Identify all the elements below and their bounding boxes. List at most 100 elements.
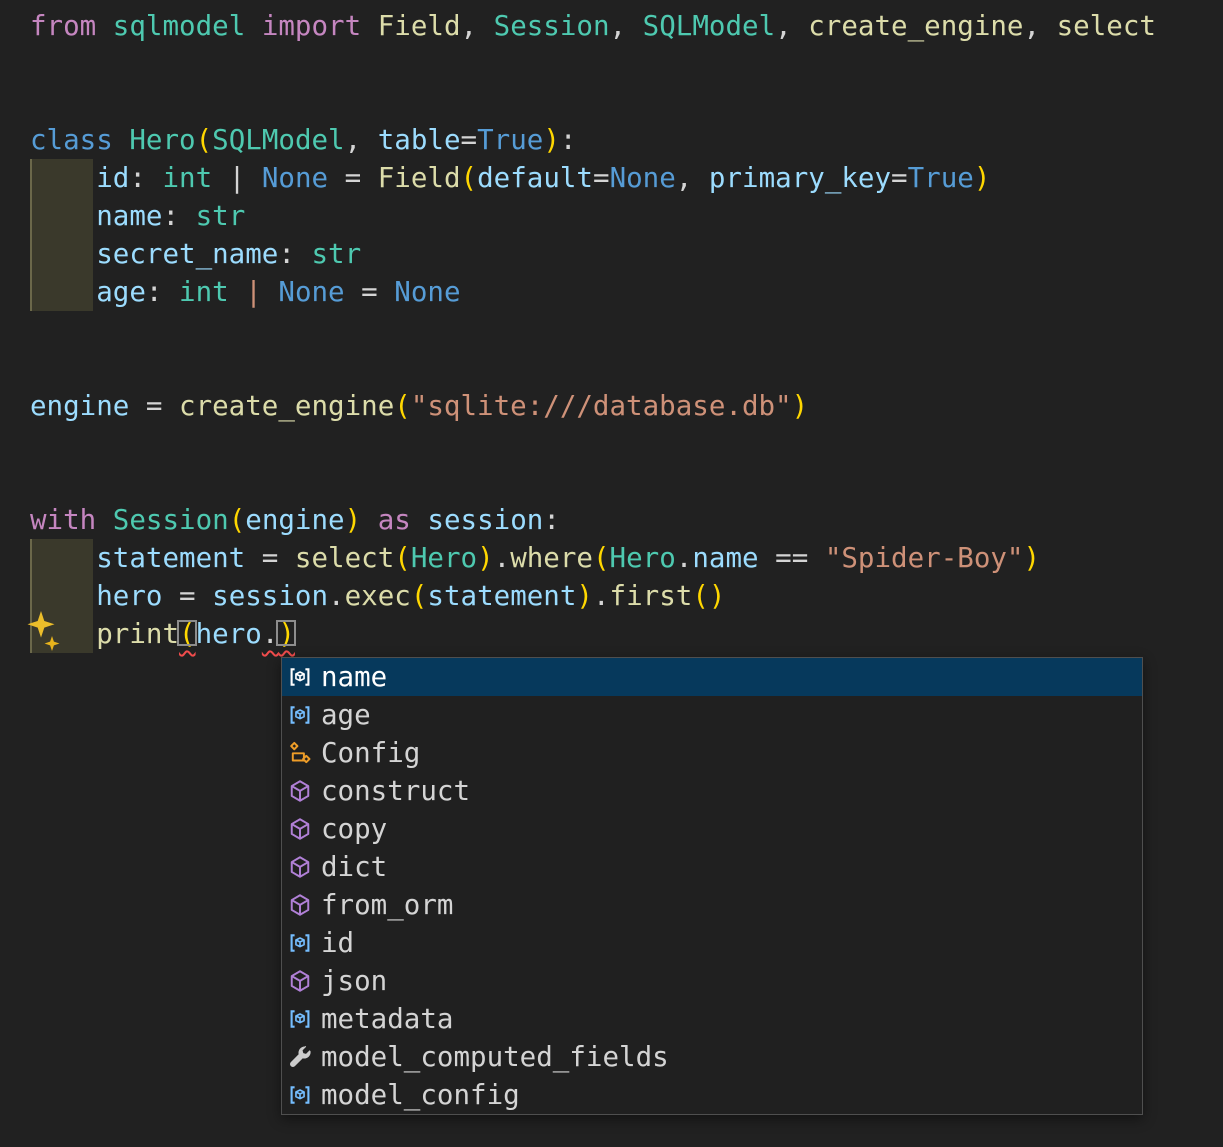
code-token: name	[96, 200, 163, 232]
code-token: str	[311, 238, 362, 270]
suggestion-label: metadata	[321, 1003, 454, 1035]
code-token: from	[30, 10, 97, 42]
code-token: .	[675, 542, 693, 574]
code-token: None	[394, 276, 461, 308]
code-token: =	[344, 276, 395, 308]
code-line[interactable]: class Hero(SQLModel, table=True):	[30, 121, 1156, 159]
code-token: :	[543, 504, 560, 536]
bracket-match-token: )	[278, 618, 295, 650]
code-line[interactable]	[30, 311, 1156, 349]
code-token: ,	[460, 10, 494, 42]
code-token: True	[907, 162, 974, 194]
editor-surface[interactable]: from sqlmodel import Field, Session, SQL…	[0, 0, 1223, 1147]
code-token: (	[228, 504, 246, 536]
code-token: :	[162, 200, 196, 232]
code-token: ,	[344, 124, 378, 156]
code-line[interactable]: id: int | None = Field(default=None, pri…	[30, 159, 1156, 197]
code-line[interactable]	[30, 349, 1156, 387]
suggestion-item-model_config[interactable]: model_config	[282, 1076, 1142, 1114]
code-line[interactable]	[30, 83, 1156, 121]
suggestion-item-id[interactable]: id	[282, 924, 1142, 962]
code-line[interactable]: from sqlmodel import Field, Session, SQL…	[30, 7, 1156, 45]
code-token: "sqlite:///database.db"	[410, 390, 792, 422]
code-line[interactable]: secret_name: str	[30, 235, 1156, 273]
code-token: )	[576, 580, 593, 612]
code-token: class	[30, 124, 113, 156]
suggestion-label: dict	[321, 851, 388, 883]
suggestion-item-metadata[interactable]: metadata	[282, 1000, 1142, 1038]
code-line[interactable]: hero = session.exec(statement).first()	[30, 577, 1156, 615]
code-token: table	[377, 124, 461, 156]
suggestion-label: from_orm	[321, 889, 454, 921]
code-token: name	[692, 542, 759, 574]
code-area[interactable]: from sqlmodel import Field, Session, SQL…	[30, 7, 1156, 653]
code-token: print	[96, 618, 180, 650]
code-line[interactable]: statement = select(Hero).where(Hero.name…	[30, 539, 1156, 577]
suggestion-item-age[interactable]: age	[282, 696, 1142, 734]
symbol-method-icon	[288, 969, 312, 993]
suggestion-label: copy	[321, 813, 388, 845]
suggestion-item-name[interactable]: name	[282, 658, 1142, 696]
code-token: )	[1023, 542, 1041, 574]
code-token: str	[195, 200, 246, 232]
suggestion-label: id	[321, 927, 355, 959]
suggestion-item-dict[interactable]: dict	[282, 848, 1142, 886]
suggest-widget: name age Config construct copy dict from…	[281, 657, 1143, 1115]
suggestion-item-json[interactable]: json	[282, 962, 1142, 1000]
code-line[interactable]: name: str	[30, 197, 1156, 235]
code-line[interactable]	[30, 45, 1156, 83]
code-token: =	[891, 162, 908, 194]
code-line[interactable]: print(hero.)	[30, 615, 1156, 653]
code-token: exec	[344, 580, 411, 612]
code-token: :	[278, 238, 312, 270]
suggestion-label: model_computed_fields	[321, 1041, 669, 1073]
code-line[interactable]	[30, 425, 1156, 463]
code-token: SQLModel	[642, 10, 776, 42]
code-token: ==	[758, 542, 825, 574]
code-token: Session	[493, 10, 610, 42]
code-token: )	[477, 542, 494, 574]
code-token: first	[609, 580, 693, 612]
suggestion-item-model_computed_fields[interactable]: model_computed_fields	[282, 1038, 1142, 1076]
code-line[interactable]: engine = create_engine("sqlite:///databa…	[30, 387, 1156, 425]
code-token: sqlmodel	[112, 10, 246, 42]
suggestion-item-construct[interactable]: construct	[282, 772, 1142, 810]
code-token: )	[973, 162, 991, 194]
suggestion-item-copy[interactable]: copy	[282, 810, 1142, 848]
code-token: engine	[30, 390, 130, 422]
code-line[interactable]: age: int | None = None	[30, 273, 1156, 311]
copilot-sparkle-icon[interactable]	[26, 610, 68, 656]
code-line[interactable]: with Session(engine) as session:	[30, 501, 1156, 539]
code-token: (	[410, 580, 428, 612]
code-token: (	[592, 542, 610, 574]
symbol-field-icon	[288, 931, 312, 955]
code-token: secret_name	[96, 238, 279, 270]
code-token: |	[245, 276, 262, 308]
code-token: =	[460, 124, 478, 156]
suggestion-label: json	[321, 965, 388, 997]
suggestion-label: name	[321, 661, 388, 693]
code-token: )	[791, 390, 809, 422]
symbol-field-icon	[288, 1083, 312, 1107]
symbol-method-icon	[288, 893, 312, 917]
code-token: (	[394, 390, 411, 422]
code-token: (	[692, 580, 709, 612]
error-token: .	[261, 618, 279, 650]
code-token: "Spider-Boy"	[824, 542, 1024, 574]
code-token: ,	[675, 162, 709, 194]
suggestion-item-Config[interactable]: Config	[282, 734, 1142, 772]
suggestion-item-from_orm[interactable]: from_orm	[282, 886, 1142, 924]
code-token: None	[278, 276, 345, 308]
code-line[interactable]	[30, 463, 1156, 501]
code-token: Hero	[609, 542, 676, 574]
bracket-match-token: (	[179, 618, 196, 650]
code-token: .	[328, 580, 345, 612]
code-token: Session	[112, 504, 229, 536]
